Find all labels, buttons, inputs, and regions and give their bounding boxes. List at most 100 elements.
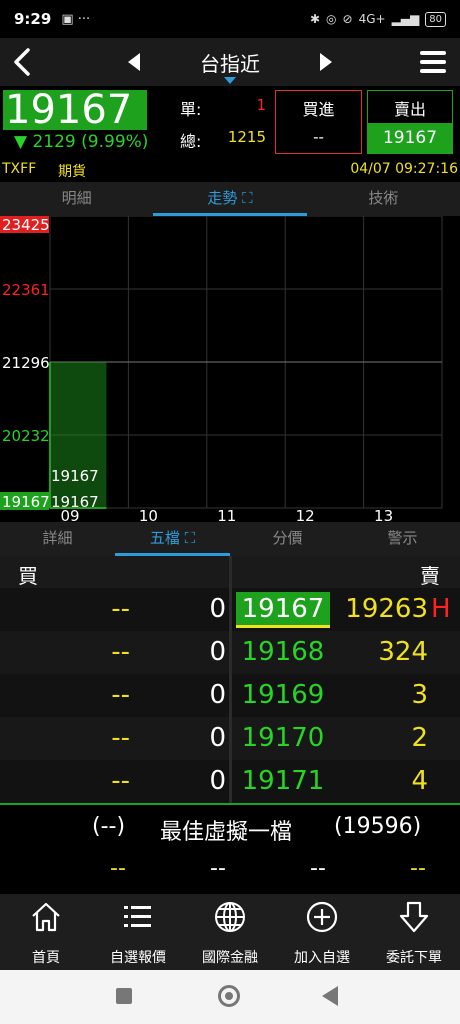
caret-down-icon[interactable] [224, 77, 236, 84]
order-book: 買 賣 -- 0 19167 19263 H -- 0 19168 324 --… [0, 556, 460, 892]
best-bid-virtual: (--) [92, 814, 126, 839]
nfc-icon: ◎ [326, 12, 337, 26]
bid-volume: -- [111, 680, 130, 710]
tab-five-levels[interactable]: 五檔 ⛶ [115, 522, 230, 556]
single-volume-value: 1 [256, 96, 266, 114]
bid-volume: -- [111, 594, 130, 624]
bid-volume: -- [111, 723, 130, 753]
y-tick-label: 20232 [2, 427, 50, 445]
buy-button[interactable]: 買進 -- [275, 90, 362, 154]
nav-add-watch[interactable]: 加入自選 [276, 894, 368, 970]
tab-label: 分價 [272, 529, 303, 547]
tab-label: 走勢 [207, 189, 238, 207]
book-tabs: 詳細 五檔 ⛶ 分價 警示 [0, 522, 460, 556]
book-divider [229, 556, 232, 804]
single-volume-label: 單: [180, 100, 202, 119]
bid-price: 0 [209, 594, 226, 624]
ask-price: 19167 [236, 592, 330, 628]
bid-price: 0 [209, 637, 226, 667]
nav-label: 首頁 [32, 950, 60, 966]
network-label: 4G+ [358, 12, 386, 26]
tab-label: 警示 [387, 529, 418, 547]
triangle-left-icon [128, 53, 140, 71]
back-icon [14, 48, 30, 76]
tab-label: 五檔 [149, 529, 180, 547]
high-flag: H [431, 594, 451, 624]
ask-price: 19171 [241, 766, 325, 796]
info-bar: TXFF 期貨 04/07 09:27:16 [0, 158, 460, 182]
ask-volume: 3 [411, 680, 428, 710]
tab-details[interactable]: 明細 [0, 182, 153, 216]
status-bar: 9:29 ▣ ··· ✱ ◎ ⊘ 4G+ ▂▄▆ 80 [0, 0, 460, 38]
nav-order[interactable]: 委託下單 [368, 894, 460, 970]
expand-icon[interactable]: ⛶ [242, 189, 253, 207]
triangle-right-icon [320, 53, 332, 71]
symbol-title[interactable]: 台指近 [170, 48, 290, 77]
tab-label: 詳細 [42, 529, 73, 547]
hamburger-icon [420, 51, 446, 73]
buy-price: -- [313, 128, 324, 146]
last-price: 19167 [3, 90, 147, 130]
home-button[interactable] [218, 985, 240, 1007]
bid-price: 0 [209, 723, 226, 753]
x-tick-label: 13 [374, 507, 393, 522]
y-tick-label: 22361 [2, 281, 50, 299]
status-time: 9:29 [14, 10, 52, 28]
top-navigation: 台指近 [0, 38, 460, 86]
menu-button[interactable] [418, 48, 448, 76]
nav-label: 自選報價 [110, 950, 166, 966]
ask-volume: 4 [411, 766, 428, 796]
symbol-code: TXFF [2, 161, 37, 177]
tab-trend[interactable]: 走勢 ⛶ [153, 182, 307, 216]
extra-row: -- -- -- -- [0, 852, 460, 888]
chart-tabs: 明細 走勢 ⛶ 技術 [0, 182, 460, 216]
signal-icon: ▂▄▆ [391, 12, 420, 26]
last-price-label: 19167 [51, 467, 99, 485]
extra-value: -- [110, 856, 126, 881]
add-icon [306, 901, 338, 933]
mute-icon: ⊘ [342, 12, 353, 26]
tab-technical[interactable]: 技術 [307, 182, 460, 216]
ask-volume: 19263 [345, 594, 428, 624]
nav-international[interactable]: 國際金融 [184, 894, 276, 970]
x-tick-label: 10 [139, 507, 158, 522]
next-symbol-button[interactable] [314, 48, 338, 76]
ask-price: 19169 [241, 680, 325, 710]
bid-volume: -- [111, 637, 130, 667]
previous-symbol-button[interactable] [122, 48, 146, 76]
tab-alert[interactable]: 警示 [345, 522, 460, 556]
recent-apps-button[interactable] [116, 988, 132, 1004]
ask-header: 賣 [420, 564, 440, 588]
y-tick-label: 21296 [2, 354, 50, 372]
bluetooth-icon: ✱ [309, 12, 321, 26]
x-tick-label: 11 [217, 507, 236, 522]
bottom-navigation: 首頁 自選報價 國際金融 加入自選 委託下單 [0, 894, 460, 970]
best-virtual-level: (--) 最佳虛擬一檔 (19596) [0, 806, 460, 850]
quote-datetime: 04/07 09:27:16 [350, 161, 458, 177]
buy-label: 買進 [302, 100, 335, 119]
notification-icons: ▣ ··· [61, 11, 91, 27]
tab-price-volume[interactable]: 分價 [230, 522, 345, 556]
book-separator [0, 803, 460, 805]
expand-icon[interactable]: ⛶ [185, 529, 196, 547]
intraday-chart[interactable]: 23425 22361 21296 20232 19167 09 10 11 12 13 19167… [0, 216, 460, 522]
sell-price: 19167 [368, 123, 452, 153]
extra-value: -- [310, 856, 326, 881]
list-icon [124, 906, 151, 927]
quote-panel: 19167 ▼ 2129 (9.99%) 單: 1 總: 1215 買進 -- … [0, 86, 460, 158]
total-volume-label: 總: [180, 132, 202, 151]
nav-home[interactable]: 首頁 [0, 894, 92, 970]
extra-value: -- [410, 856, 426, 881]
y-tick-label: 23425 [2, 216, 50, 234]
status-icons: ✱ ◎ ⊘ 4G+ ▂▄▆ 80 [309, 11, 446, 27]
back-button[interactable] [8, 44, 40, 80]
ask-price: 19168 [241, 637, 325, 667]
total-volume-value: 1215 [227, 128, 266, 146]
nav-watchlist[interactable]: 自選報價 [92, 894, 184, 970]
ask-price: 19170 [241, 723, 325, 753]
tab-detail[interactable]: 詳細 [0, 522, 115, 556]
system-back-button[interactable] [322, 986, 338, 1006]
sell-button[interactable]: 賣出 19167 [367, 90, 453, 154]
tab-label: 明細 [61, 189, 92, 207]
y-tick-label: 19167 [2, 493, 50, 511]
